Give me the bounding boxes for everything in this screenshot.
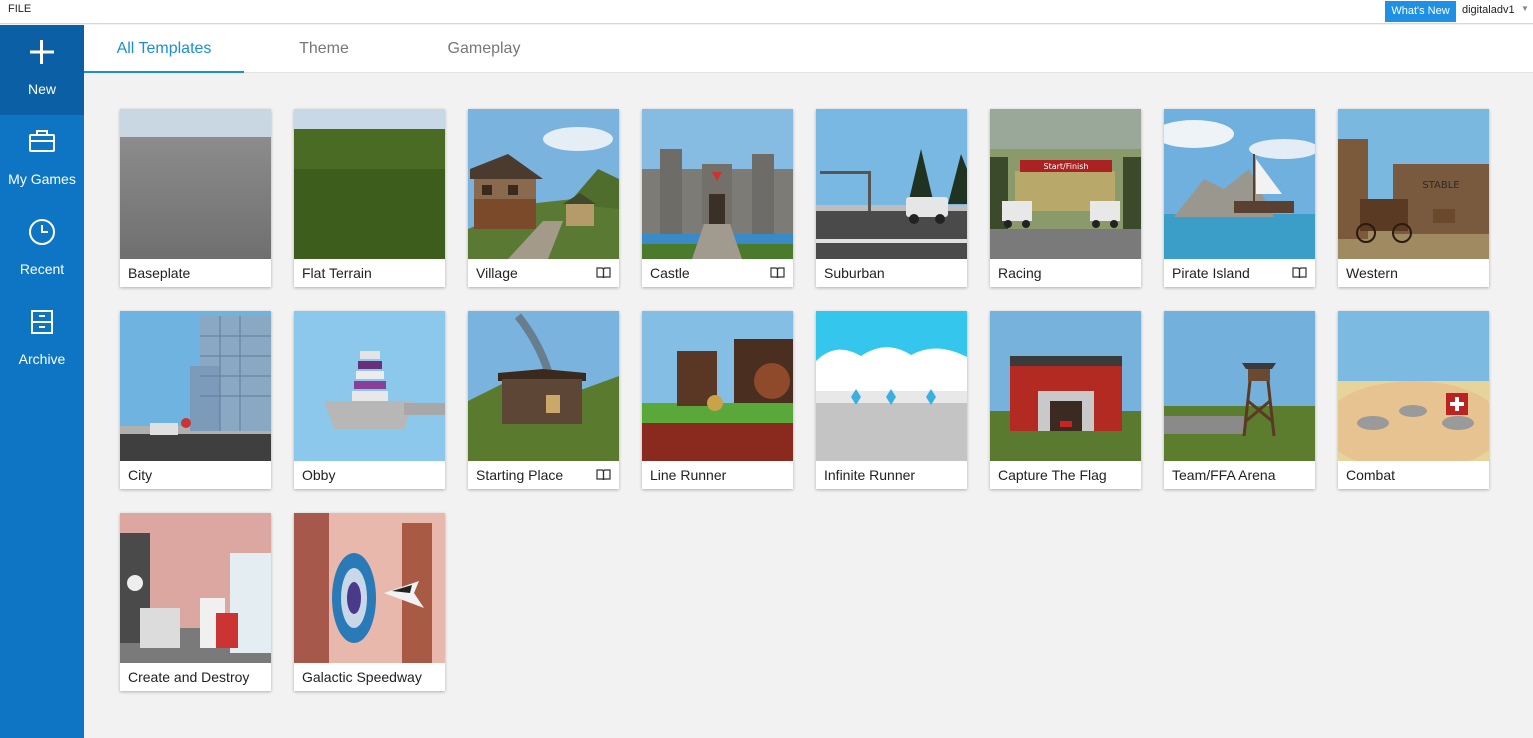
- template-thumbnail: [642, 311, 793, 461]
- sidebar-item-label: New: [27, 81, 56, 97]
- template-thumbnail: [1164, 311, 1315, 461]
- template-label: Infinite Runner: [824, 467, 916, 483]
- whats-new-button[interactable]: What's New: [1385, 1, 1456, 22]
- template-thumbnail: [468, 311, 619, 461]
- sidebar-item-label: My Games: [8, 171, 76, 187]
- tab-bar: All Templates Theme Gameplay: [84, 25, 1533, 73]
- template-card-castle[interactable]: Castle: [642, 109, 793, 287]
- template-label: Suburban: [824, 265, 885, 281]
- template-card-infinite-runner[interactable]: Infinite Runner: [816, 311, 967, 489]
- template-thumbnail: [468, 109, 619, 259]
- template-card-obby[interactable]: Obby: [294, 311, 445, 489]
- file-menu[interactable]: FILE: [8, 3, 31, 15]
- template-card-galactic-speedway[interactable]: Galactic Speedway: [294, 513, 445, 691]
- template-label: Western: [1346, 265, 1398, 281]
- template-thumbnail: [294, 311, 445, 461]
- chevron-down-icon[interactable]: ▼: [1521, 4, 1529, 13]
- template-label: Combat: [1346, 467, 1396, 483]
- template-thumbnail: [294, 513, 445, 663]
- template-thumbnail: STABLE: [1338, 109, 1489, 259]
- sidebar: New My Games Recent Archive: [0, 25, 84, 738]
- sidebar-item-my-games[interactable]: My Games: [0, 115, 84, 205]
- template-thumbnail: [1338, 311, 1489, 461]
- top-menu-bar: FILE What's New digitaladv1 ▼: [0, 0, 1533, 24]
- template-thumbnail: Start/Finish: [990, 109, 1141, 259]
- template-card-city[interactable]: City: [120, 311, 271, 489]
- book-icon: [596, 267, 611, 279]
- sidebar-item-archive[interactable]: Archive: [0, 295, 84, 385]
- template-label: Team/FFA Arena: [1172, 467, 1276, 483]
- template-thumbnail: [990, 311, 1141, 461]
- tab-theme[interactable]: Theme: [244, 25, 404, 73]
- template-card-create-and-destroy[interactable]: Create and Destroy: [120, 513, 271, 691]
- template-label: Obby: [302, 467, 336, 483]
- tab-all-templates[interactable]: All Templates: [84, 25, 244, 73]
- book-icon: [596, 469, 611, 481]
- template-thumbnail: [120, 513, 271, 663]
- sign-text: STABLE: [1422, 180, 1459, 191]
- sidebar-item-label: Recent: [19, 261, 65, 277]
- template-label: Pirate Island: [1172, 265, 1250, 281]
- template-card-suburban[interactable]: Suburban: [816, 109, 967, 287]
- template-thumbnail: [294, 109, 445, 259]
- sidebar-item-new[interactable]: New: [0, 25, 84, 115]
- briefcase-icon: [29, 130, 55, 152]
- template-thumbnail: [120, 109, 271, 259]
- template-thumbnail: [816, 311, 967, 461]
- template-card-racing[interactable]: Start/Finish Racing: [990, 109, 1141, 287]
- template-label: Flat Terrain: [302, 265, 372, 281]
- template-thumbnail: [120, 311, 271, 461]
- template-label: Village: [476, 265, 518, 281]
- template-card-pirate-island[interactable]: Pirate Island: [1164, 109, 1315, 287]
- template-label: Baseplate: [128, 265, 191, 281]
- template-label: Starting Place: [476, 467, 564, 483]
- template-card-line-runner[interactable]: Line Runner: [642, 311, 793, 489]
- plus-icon: [30, 40, 54, 64]
- template-label: Racing: [998, 265, 1042, 281]
- archive-icon: [31, 310, 53, 334]
- username-label[interactable]: digitaladv1: [1462, 4, 1515, 16]
- template-label: Line Runner: [650, 467, 727, 483]
- template-label: Create and Destroy: [128, 669, 250, 685]
- book-icon: [770, 267, 785, 279]
- template-card-baseplate[interactable]: Baseplate: [120, 109, 271, 287]
- template-card-western[interactable]: STABLE Western: [1338, 109, 1489, 287]
- template-card-combat[interactable]: Combat: [1338, 311, 1489, 489]
- template-thumbnail: [1164, 109, 1315, 259]
- sidebar-item-label: Archive: [18, 351, 66, 367]
- template-card-capture-the-flag[interactable]: Capture The Flag: [990, 311, 1141, 489]
- template-label: Castle: [650, 265, 690, 281]
- template-thumbnail: [642, 109, 793, 259]
- clock-icon: [29, 219, 55, 245]
- template-label: City: [128, 467, 153, 483]
- banner-text: Start/Finish: [1043, 162, 1088, 171]
- template-label: Capture The Flag: [998, 467, 1107, 483]
- template-label: Galactic Speedway: [302, 669, 422, 685]
- sidebar-item-recent[interactable]: Recent: [0, 205, 84, 295]
- template-card-team-ffa-arena[interactable]: Team/FFA Arena: [1164, 311, 1315, 489]
- template-thumbnail: [816, 109, 967, 259]
- template-card-village[interactable]: Village: [468, 109, 619, 287]
- template-card-flat-terrain[interactable]: Flat Terrain: [294, 109, 445, 287]
- template-card-starting-place[interactable]: Starting Place: [468, 311, 619, 489]
- book-icon: [1292, 267, 1307, 279]
- tab-gameplay[interactable]: Gameplay: [404, 25, 564, 73]
